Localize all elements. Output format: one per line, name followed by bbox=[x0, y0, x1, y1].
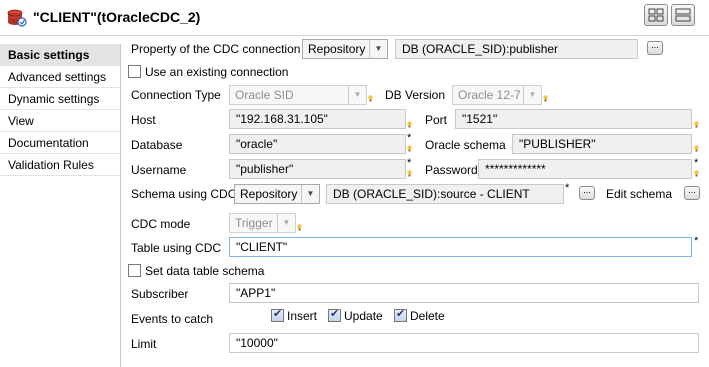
required-marker: * bbox=[407, 157, 412, 169]
subscriber-field[interactable]: "APP1" bbox=[229, 283, 699, 303]
required-marker: * bbox=[407, 132, 412, 144]
port-field[interactable]: "1521" bbox=[455, 109, 692, 129]
hint-bulb-icon bbox=[297, 224, 302, 231]
event-update-checkbox[interactable] bbox=[328, 307, 341, 322]
table-cdc-label: Table using CDC bbox=[131, 241, 222, 255]
host-field[interactable]: "192.168.31.105" bbox=[229, 109, 406, 129]
set-data-table-schema-checkbox[interactable] bbox=[128, 264, 141, 277]
hint-bulb-icon bbox=[694, 170, 699, 177]
username-label: Username bbox=[131, 163, 187, 177]
settings-sidebar: Basic settings Advanced settings Dynamic… bbox=[0, 44, 121, 367]
limit-label: Limit bbox=[131, 337, 157, 351]
event-delete-checkbox[interactable] bbox=[394, 307, 407, 322]
database-label: Database bbox=[131, 138, 183, 152]
hint-bulb-icon bbox=[694, 145, 699, 152]
connection-type-combo[interactable]: Oracle SID ▼ bbox=[229, 85, 367, 105]
required-marker: * bbox=[694, 157, 699, 169]
schema-cdc-browse-button[interactable]: ... bbox=[579, 186, 595, 200]
oracle-schema-field[interactable]: "PUBLISHER" bbox=[512, 134, 692, 154]
list-view-button[interactable] bbox=[671, 4, 695, 26]
property-repository-field: DB (ORACLE_SID):publisher bbox=[395, 39, 638, 59]
sidebar-item-validation-rules[interactable]: Validation Rules bbox=[0, 154, 120, 176]
hint-bulb-icon bbox=[543, 95, 548, 102]
set-data-table-schema-label: Set data table schema bbox=[145, 264, 265, 278]
chevron-down-icon: ▼ bbox=[369, 40, 387, 58]
event-insert-label: Insert bbox=[287, 309, 318, 323]
chevron-down-icon: ▼ bbox=[277, 214, 295, 232]
username-field[interactable]: "publisher" bbox=[229, 159, 406, 179]
events-label: Events to catch bbox=[131, 312, 214, 326]
schema-cdc-label: Schema using CDC bbox=[131, 187, 237, 201]
port-label: Port bbox=[425, 113, 448, 127]
grid-view-icon bbox=[648, 8, 664, 22]
use-existing-connection-checkbox[interactable] bbox=[128, 65, 141, 78]
subscriber-label: Subscriber bbox=[131, 287, 189, 301]
hint-bulb-icon bbox=[407, 170, 412, 177]
sidebar-item-documentation[interactable]: Documentation bbox=[0, 132, 120, 154]
limit-field[interactable]: "10000" bbox=[229, 333, 699, 353]
cdc-mode-combo[interactable]: Trigger ▼ bbox=[229, 213, 296, 233]
oracle-schema-label: Oracle schema bbox=[425, 138, 506, 152]
hint-bulb-icon bbox=[407, 121, 412, 128]
cdc-mode-label: CDC mode bbox=[131, 217, 191, 231]
component-title: "CLIENT"(tOracleCDC_2) bbox=[33, 9, 201, 25]
edit-schema-button[interactable]: ... bbox=[684, 186, 700, 200]
host-label: Host bbox=[131, 113, 156, 127]
db-version-combo[interactable]: Oracle 12-7 ▼ bbox=[452, 85, 542, 105]
chevron-down-icon: ▼ bbox=[301, 185, 319, 203]
hint-bulb-icon bbox=[694, 121, 699, 128]
oracle-database-icon bbox=[7, 9, 27, 27]
schema-cdc-type-combo[interactable]: Repository ▼ bbox=[234, 184, 320, 204]
chevron-down-icon: ▼ bbox=[348, 86, 366, 104]
connection-type-value: Oracle SID bbox=[235, 88, 294, 102]
property-browse-button[interactable]: ... bbox=[647, 41, 663, 55]
password-label: Password bbox=[425, 163, 478, 177]
hint-bulb-icon bbox=[407, 145, 412, 152]
password-field[interactable]: ************* bbox=[478, 159, 692, 179]
table-cdc-field[interactable]: "CLIENT" bbox=[229, 237, 692, 257]
connection-type-label: Connection Type bbox=[131, 88, 221, 102]
chevron-down-icon: ▼ bbox=[523, 86, 541, 104]
db-version-label: DB Version bbox=[385, 88, 446, 102]
property-type-value: Repository bbox=[308, 42, 366, 56]
sidebar-item-advanced-settings[interactable]: Advanced settings bbox=[0, 66, 120, 88]
required-marker: * bbox=[694, 235, 699, 247]
schema-cdc-repository-field: DB (ORACLE_SID):source - CLIENT bbox=[326, 184, 564, 204]
use-existing-connection-label: Use an existing connection bbox=[145, 65, 289, 79]
cdc-mode-value: Trigger bbox=[235, 216, 273, 230]
property-label: Property of the CDC connection bbox=[131, 42, 301, 56]
required-marker: * bbox=[565, 182, 570, 194]
database-field[interactable]: "oracle" bbox=[229, 134, 406, 154]
event-insert-checkbox[interactable] bbox=[271, 307, 284, 322]
sidebar-item-basic-settings[interactable]: Basic settings bbox=[0, 44, 120, 66]
db-version-value: Oracle 12-7 bbox=[458, 88, 521, 102]
sidebar-item-dynamic-settings[interactable]: Dynamic settings bbox=[0, 88, 120, 110]
hint-bulb-icon bbox=[368, 95, 373, 102]
edit-schema-label: Edit schema bbox=[606, 187, 673, 201]
grid-view-button[interactable] bbox=[644, 4, 668, 26]
event-update-label: Update bbox=[344, 309, 383, 323]
event-delete-label: Delete bbox=[410, 309, 445, 323]
property-type-combo[interactable]: Repository ▼ bbox=[302, 39, 388, 59]
schema-cdc-type-value: Repository bbox=[240, 187, 298, 201]
sidebar-item-view[interactable]: View bbox=[0, 110, 120, 132]
list-view-icon bbox=[675, 8, 691, 22]
